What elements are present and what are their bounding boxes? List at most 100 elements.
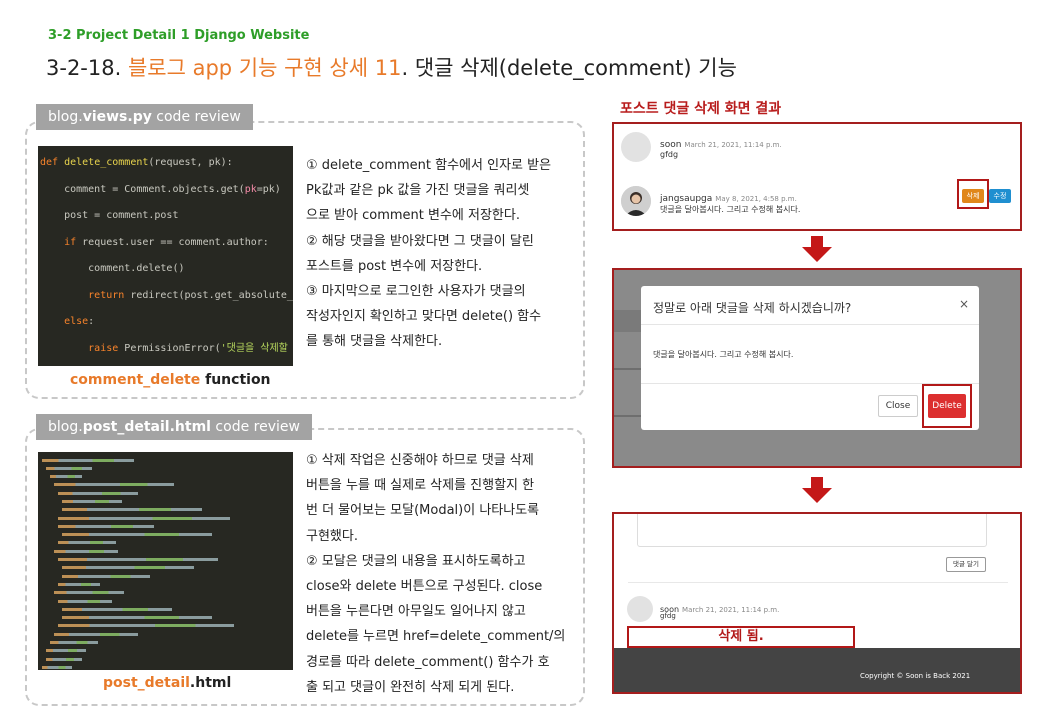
code-line [42, 547, 289, 555]
description-line: 으로 받아 comment 변수에 저장한다. [306, 208, 520, 224]
close-button[interactable]: Close [878, 395, 918, 417]
code-line [42, 481, 289, 489]
description-line: 버튼을 누른다면 아무일도 일어나지 않고 [306, 604, 526, 620]
code-line: comment.delete() [40, 263, 185, 274]
comment-date: March 21, 2021, 11:14 p.m. [682, 606, 780, 614]
caption-rest: function [200, 372, 271, 388]
tag-file: post_detail.html [82, 419, 211, 435]
code-line: post = comment.post [40, 210, 179, 221]
close-icon[interactable]: × [959, 297, 969, 311]
code-line [42, 614, 289, 622]
code-line [42, 489, 289, 497]
code-line [42, 522, 289, 530]
code-line [42, 564, 289, 572]
comment-author: jangsaupga [660, 194, 713, 204]
avatar [627, 596, 653, 622]
comment-textarea[interactable] [637, 514, 987, 547]
background-line [614, 368, 644, 370]
code-line [42, 663, 289, 670]
avatar [621, 132, 651, 162]
delete-modal-screenshot: 정말로 아래 댓글을 삭제 하시겠습니까? × 댓글을 달아봅시다. 그리고 수… [612, 268, 1022, 468]
description-line: 구현했다. [306, 528, 358, 544]
description-line: delete를 누르면 href=delete_comment/의 [306, 629, 566, 645]
comment-text: gfdg [660, 612, 676, 620]
down-arrow-icon [802, 477, 832, 503]
tag-suffix: code review [210, 419, 300, 435]
code-line [42, 464, 289, 472]
code-line [42, 572, 289, 580]
comment-header: soon March 21, 2021, 11:14 p.m. [660, 597, 779, 616]
description-line: 출 되고 댓글이 완전히 삭제 되게 된다. [306, 679, 515, 695]
code-line: return redirect(post.get_absolute_url() … [40, 289, 293, 301]
page-title: 3-2-18. 블로그 app 기능 구현 상세 11. 댓글 삭제(delet… [46, 52, 737, 82]
comment-list-screenshot: soon March 21, 2021, 11:14 p.m. gfdg jang… [612, 122, 1022, 231]
code-line [42, 597, 289, 605]
views-code-block: def delete_comment(request, pk): comment… [38, 146, 293, 366]
code-line [42, 473, 289, 481]
comment-author: soon [660, 140, 682, 150]
comment-header: soon March 21, 2021, 11:14 p.m. [660, 132, 782, 151]
code-line [42, 605, 289, 613]
result-heading: 포스트 댓글 삭제 화면 결과 [620, 101, 782, 117]
code-line [42, 497, 289, 505]
delete-button[interactable]: 삭제 [962, 189, 984, 203]
confirm-modal: 정말로 아래 댓글을 삭제 하시겠습니까? × 댓글을 달아봅시다. 그리고 수… [641, 286, 979, 430]
code-line [42, 622, 289, 630]
description-line: 경로를 따라 delete_comment() 함수가 호 [306, 654, 550, 670]
background-line [614, 415, 644, 417]
person-icon [621, 186, 651, 216]
title-suffix: . 댓글 삭제(delete_comment) 기능 [401, 56, 737, 80]
description-line: 버튼을 누를 때 실제로 삭제를 진행할지 한 [306, 478, 535, 494]
page-subtitle: 3-2 Project Detail 1 Django Website [48, 28, 310, 43]
description-line: 작성자인지 확인하고 맞다면 delete() 함수 [306, 309, 542, 325]
description-line: ③ 마지막으로 로그인한 사용자가 댓글의 [306, 284, 526, 300]
site-footer: Copyright © Soon is Back 2021 [614, 648, 1020, 692]
code-caption-2: post_detail.html [103, 675, 231, 691]
comment-header: jangsaupga May 8, 2021, 4:58 p.m. [660, 186, 797, 205]
comment-text: gfdg [660, 150, 679, 159]
caption-rest: .html [189, 675, 232, 691]
description-line: 번 더 물어보는 모달(Modal)이 나타나도록 [306, 503, 540, 519]
code-line [42, 514, 289, 522]
code-line [42, 580, 289, 588]
deleted-highlight: 삭제 됨. [627, 626, 855, 648]
code-line [42, 556, 289, 564]
comment-date: May 8, 2021, 4:58 p.m. [715, 195, 797, 203]
code-line [42, 647, 289, 655]
caption-name: post_detail [103, 675, 190, 691]
edit-button[interactable]: 수정 [989, 189, 1011, 203]
background-block [614, 310, 644, 332]
code-line [42, 630, 289, 638]
template-description: ① 삭제 작업은 신중해야 하므로 댓글 삭제 버튼을 누를 때 실제로 삭제를 … [306, 448, 578, 700]
description-line: ① delete_comment 함수에서 인자로 받은 [306, 158, 552, 173]
code-line: raise PermissionError('댓글을 삭제할 권한이 없습니다.… [40, 342, 288, 354]
code-line [42, 655, 289, 663]
code-line [42, 539, 289, 547]
divider [628, 582, 1008, 583]
code-line [42, 506, 289, 514]
views-review-tag: blog.views.py code review [36, 104, 253, 130]
delete-button[interactable]: Delete [928, 394, 966, 418]
code-line: if request.user == comment.author: [40, 236, 269, 248]
description-line: ② 모달은 댓글의 내용을 표시하도록하고 [306, 553, 526, 569]
tag-prefix: blog. [48, 419, 83, 435]
down-arrow-icon [802, 236, 832, 262]
submit-comment-button[interactable]: 댓글 달기 [946, 557, 986, 572]
code-line [42, 639, 289, 647]
template-review-tag: blog.post_detail.html code review [36, 414, 312, 440]
avatar [621, 186, 651, 216]
code-line: comment = Comment.objects.get(pk=pk) [40, 183, 281, 195]
code-caption-1: comment_delete function [70, 372, 271, 388]
modal-body: 댓글을 달아봅시다. 그리고 수정해 봅시다. [653, 350, 794, 359]
description-line: 를 통해 댓글을 삭제한다. [306, 334, 443, 350]
code-line: def delete_comment(request, pk): [40, 157, 233, 168]
tag-suffix: code review [151, 109, 241, 125]
description-line: close와 delete 버튼으로 구성된다. close [306, 579, 543, 595]
code-line [42, 589, 289, 597]
comment-date: March 21, 2021, 11:14 p.m. [684, 141, 782, 149]
caption-name: comment_delete [70, 372, 201, 388]
title-highlight: 블로그 app 기능 구현 상세 11 [127, 56, 402, 80]
tag-file: views.py [82, 109, 152, 125]
tag-prefix: blog. [48, 109, 83, 125]
description-line: Pk값과 같은 pk 값을 가진 댓글을 쿼리셋 [306, 183, 530, 199]
